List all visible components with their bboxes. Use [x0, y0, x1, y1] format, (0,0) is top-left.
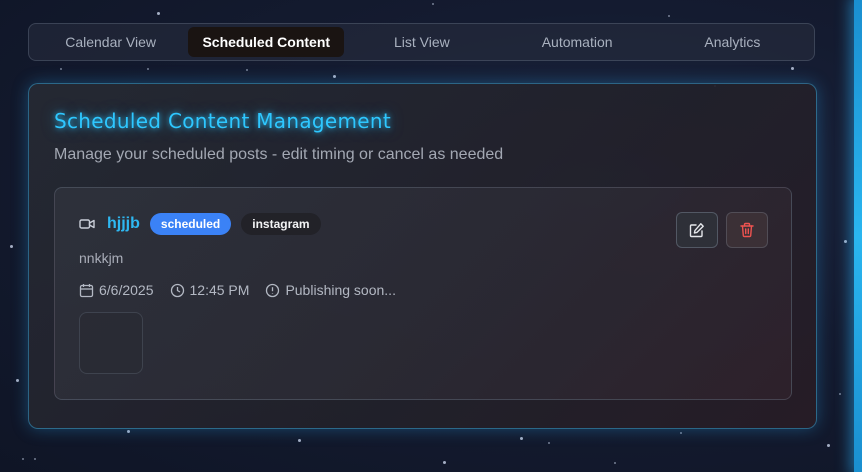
tab-list-view[interactable]: List View: [344, 27, 499, 57]
tab-scheduled-content[interactable]: Scheduled Content: [188, 27, 345, 57]
clock-icon: [170, 283, 184, 297]
post-header: hjjjb scheduled instagram: [79, 212, 331, 236]
scrollbar-glow: [854, 0, 862, 472]
scheduled-content-panel: Scheduled Content Management Manage your…: [28, 83, 817, 429]
publish-status-text: Publishing soon...: [285, 282, 396, 298]
post-time-text: 12:45 PM: [189, 282, 250, 298]
alert-circle-icon: [266, 283, 280, 297]
edit-icon: [689, 223, 704, 238]
trash-icon: [740, 222, 754, 238]
panel-title: Scheduled Content Management: [54, 109, 392, 133]
delete-button[interactable]: [726, 212, 768, 248]
media-thumbnail[interactable]: [79, 312, 143, 374]
post-date: 6/6/2025: [79, 282, 154, 298]
post-date-text: 6/6/2025: [99, 282, 154, 298]
panel-subtitle: Manage your scheduled posts - edit timin…: [54, 146, 504, 163]
view-tabs: Calendar View Scheduled Content List Vie…: [28, 23, 815, 61]
scheduled-post-card: hjjjb scheduled instagram nnkkjm 6/6/202…: [54, 187, 792, 400]
platform-badge: instagram: [241, 213, 321, 235]
publish-status: Publishing soon...: [265, 282, 396, 298]
edit-button[interactable]: [676, 212, 718, 248]
video-icon: [79, 217, 95, 231]
tab-analytics[interactable]: Analytics: [655, 27, 810, 57]
post-time: 12:45 PM: [170, 282, 250, 298]
post-title: hjjjb: [107, 215, 140, 232]
post-description: nnkkjm: [79, 250, 124, 266]
post-meta: 6/6/2025 12:45 PM Publishing soon...: [79, 282, 412, 298]
status-badge: scheduled: [149, 213, 232, 235]
tab-calendar-view[interactable]: Calendar View: [33, 27, 188, 57]
calendar-icon: [79, 283, 94, 297]
tab-automation[interactable]: Automation: [500, 27, 655, 57]
